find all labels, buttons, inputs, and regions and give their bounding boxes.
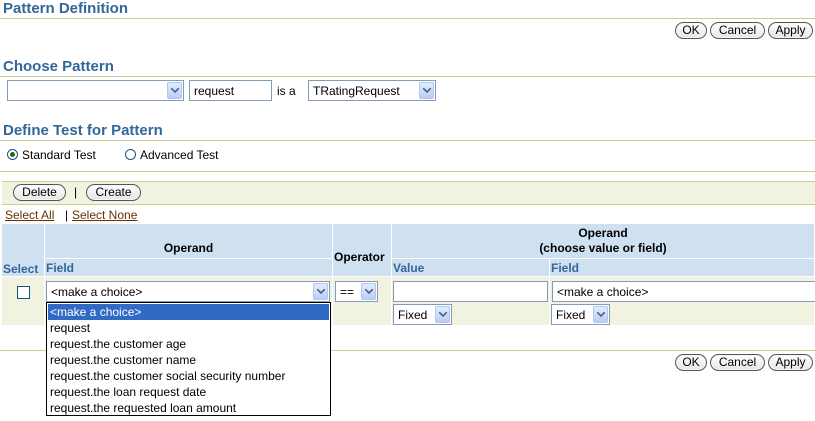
operand2-field-value: <make a choice> [557, 285, 649, 299]
title-divider [0, 18, 815, 19]
define-test-divider [0, 140, 815, 141]
value-mode-value: Fixed [398, 308, 428, 322]
operand-header-label: Operand [163, 241, 214, 255]
select-header-label: Select [3, 262, 39, 276]
pattern-type-value: TRatingRequest [313, 84, 400, 98]
is-a-label: is a [277, 84, 296, 98]
variable-name-value: request [194, 84, 235, 98]
variable-name-input[interactable]: request [189, 80, 272, 101]
field2-mode-select[interactable]: Fixed [551, 304, 610, 325]
chevron-down-icon [167, 82, 182, 99]
chevron-down-icon [593, 306, 608, 323]
value-subheader: Value [392, 259, 550, 277]
chevron-down-icon [313, 283, 328, 300]
standard-test-radio[interactable] [7, 149, 18, 160]
ok-button-bottom[interactable]: OK [675, 354, 707, 371]
field2-mode-value: Fixed [556, 308, 586, 322]
dropdown-option[interactable]: request.the requested loan amount [48, 400, 329, 416]
row-select-checkbox[interactable] [17, 286, 30, 299]
advanced-test-radio[interactable] [125, 149, 136, 160]
operator-header: Operator [333, 224, 392, 277]
mode-divider [0, 171, 815, 172]
ok-button-top[interactable]: OK [675, 22, 707, 39]
advanced-test-label: Advanced Test [140, 148, 219, 162]
chevron-down-icon [419, 82, 434, 99]
value-input[interactable] [393, 281, 548, 302]
field-subheader: Field [45, 259, 333, 277]
dropdown-option[interactable]: request [48, 320, 329, 336]
apply-button-bottom[interactable]: Apply [768, 354, 813, 371]
toolbar-separator: | [74, 185, 78, 199]
operand2-header: Operand (choose value or field) [392, 224, 815, 259]
dropdown-option[interactable]: request.the customer age [48, 336, 329, 352]
field2-header-label: Field [551, 261, 580, 275]
operand2-header-line1: Operand [578, 226, 628, 240]
field2-subheader: Field [550, 259, 815, 277]
row-select-cell [2, 277, 45, 325]
select-all-link[interactable]: Select All [5, 208, 54, 222]
select-none-link[interactable]: Select None [72, 208, 137, 222]
operand-field-value: <make a choice> [51, 285, 143, 299]
operand2-field-select[interactable]: <make a choice> [552, 281, 815, 302]
dropdown-option[interactable]: request.the customer name [48, 352, 329, 368]
operator-select[interactable]: == [335, 281, 378, 302]
apply-button-top[interactable]: Apply [768, 22, 813, 39]
cancel-button-bottom[interactable]: Cancel [710, 354, 765, 371]
pattern-source-select[interactable] [7, 80, 184, 101]
chevron-down-icon [435, 306, 450, 323]
operator-header-label: Operator [334, 250, 385, 264]
operand-header: Operand [45, 224, 333, 259]
page-title: Pattern Definition [3, 0, 129, 17]
dropdown-option[interactable]: <make a choice> [48, 304, 329, 320]
select-column-header: Select [2, 224, 45, 277]
create-button[interactable]: Create [86, 184, 141, 201]
field-dropdown-list[interactable]: <make a choice> request request.the cust… [46, 302, 331, 416]
pattern-type-select[interactable]: TRatingRequest [308, 80, 436, 101]
radio-selected-dot [10, 152, 15, 157]
cancel-button-top[interactable]: Cancel [710, 22, 765, 39]
standard-test-label: Standard Test [22, 148, 96, 162]
operator-value: == [340, 285, 355, 299]
dropdown-option[interactable]: request.the loan request date [48, 384, 329, 400]
chevron-down-icon [361, 283, 376, 300]
dropdown-option[interactable]: request.the customer social security num… [48, 368, 329, 384]
value-header-label: Value [393, 261, 425, 275]
choose-pattern-divider [0, 76, 815, 77]
field-header-label: Field [46, 261, 75, 275]
selection-separator: | [65, 208, 69, 222]
operand2-header-line2: (choose value or field) [539, 241, 667, 255]
value-mode-select[interactable]: Fixed [393, 304, 452, 325]
operand-field-select[interactable]: <make a choice> [46, 281, 330, 302]
choose-pattern-heading: Choose Pattern [3, 58, 114, 75]
define-test-heading: Define Test for Pattern [3, 122, 163, 139]
delete-button[interactable]: Delete [13, 184, 66, 201]
